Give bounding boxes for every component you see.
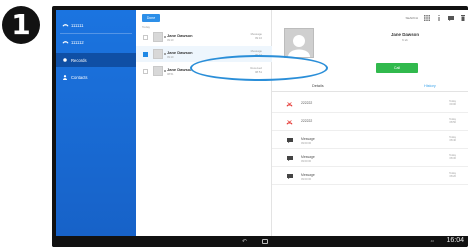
record-name: Jane Dawson (167, 67, 193, 72)
tab-history[interactable]: History (424, 84, 436, 88)
status-indicator: 40 (430, 239, 434, 243)
history-clock: 08:40 (449, 139, 457, 143)
history-time: Today 08:30 (449, 154, 456, 161)
message-icon (286, 138, 293, 143)
missed-call-icon (286, 102, 293, 107)
history-subtitle: 09:00:00 (301, 177, 312, 181)
contact-name: Jane Dawson (390, 32, 420, 37)
history-time: Today 08:50 (449, 118, 456, 125)
sidebar-item-records[interactable]: Records (56, 53, 136, 67)
record-dot-icon (59, 58, 71, 62)
contact-avatar (284, 28, 314, 58)
done-button[interactable]: Done (142, 14, 160, 22)
history-title: 222222 (301, 101, 313, 105)
history-item[interactable]: Message 09:00:00 Today 08:30 (272, 150, 468, 167)
record-name: Jane Dawson (167, 50, 193, 55)
record-time-value: 09:10 (255, 35, 262, 40)
history-item[interactable]: Message 09:00:00 Today 08:40 (272, 132, 468, 149)
step-number-badge: 1 (2, 6, 40, 44)
search-label[interactable]: SEARCH (405, 16, 418, 20)
records-list-pane: Done Today Jane Dawson 09:10 Message 09:… (136, 10, 272, 236)
grid-icon[interactable] (424, 15, 430, 21)
avatar (153, 32, 163, 42)
history-subtitle: 09:00:00 (301, 141, 312, 145)
history-item[interactable]: 222222 Today 09:00 (272, 96, 468, 113)
sidebar-item-111112[interactable]: 111112 (56, 35, 136, 49)
message-icon (286, 174, 293, 179)
history-time: Today 09:00 (449, 100, 456, 107)
phone-icon (59, 40, 71, 44)
sidebar-item-contacts[interactable]: Contacts (56, 70, 136, 84)
history-item[interactable]: Message 09:00:00 Today 08:20 (272, 168, 468, 185)
history-clock: 08:50 (449, 121, 457, 125)
record-detail-pane: SEARCH Jane Dawson 6 sb Call Details His… (272, 10, 468, 236)
call-button[interactable]: Call (376, 63, 418, 73)
history-time: Today 08:20 (449, 172, 456, 179)
history-time: Today 08:40 (449, 136, 456, 143)
sidebar-item-label: 111112 (71, 39, 84, 45)
history-clock: 08:30 (449, 157, 457, 161)
history-item[interactable]: 222222 Today 08:50 (272, 114, 468, 131)
home-icon[interactable] (262, 239, 268, 244)
tab-details[interactable]: Details (312, 84, 324, 88)
message-icon (286, 156, 293, 161)
message-indicator-icon (164, 36, 166, 38)
sidebar-item-111111[interactable]: 111111 (56, 18, 136, 32)
contact-subtitle: 6 sb (402, 38, 408, 42)
history-title: Message (301, 155, 315, 159)
row-checkbox[interactable] (143, 52, 148, 57)
screenshot-stage: 1 111111 111112 Records Contacts Done To… (0, 0, 470, 248)
history-clock: 08:20 (449, 175, 457, 179)
sidebar: 111111 111112 Records Contacts (56, 10, 136, 236)
message-indicator-icon (164, 70, 166, 72)
record-time: Message 09:10 (251, 32, 262, 40)
sidebar-item-label: Records (71, 57, 87, 63)
sidebar-item-label: Contacts (71, 74, 88, 80)
history-title: Message (301, 173, 315, 177)
row-checkbox[interactable] (143, 35, 148, 40)
record-subtitle: 08:51 (167, 72, 174, 76)
sidebar-divider (60, 33, 132, 34)
info-icon[interactable] (436, 15, 442, 21)
system-nav-bar: ↶ 40 16:04 (52, 236, 468, 247)
history-subtitle: 09:00:00 (301, 159, 312, 163)
history-title: 222222 (301, 119, 313, 123)
app-screen: 111111 111112 Records Contacts Done Toda… (56, 10, 468, 236)
list-item[interactable]: Jane Dawson 09:10 Message 09:10 (136, 29, 272, 45)
message-compose-icon[interactable] (448, 15, 454, 21)
phone-icon (59, 23, 71, 27)
status-clock: 16:04 (446, 237, 464, 244)
sidebar-item-label: 111111 (71, 22, 84, 28)
avatar (153, 66, 163, 76)
record-subtitle: 09:10 (167, 38, 174, 42)
history-title: Message (301, 137, 315, 141)
toolbar: SEARCH (405, 13, 466, 23)
row-checkbox[interactable] (143, 69, 148, 74)
avatar (153, 49, 163, 59)
back-icon[interactable]: ↶ (242, 238, 247, 245)
tablet-device: 111111 111112 Records Contacts Done Toda… (52, 6, 468, 247)
message-indicator-icon (164, 53, 166, 55)
history-clock: 09:00 (449, 103, 457, 107)
record-subtitle: 09:10 (167, 55, 174, 59)
delete-icon[interactable] (460, 15, 466, 21)
missed-call-icon (286, 120, 293, 125)
selection-highlight-ellipse (190, 55, 328, 81)
person-icon (59, 74, 71, 80)
record-name: Jane Dawson (167, 33, 193, 38)
detail-tabs: Details History (272, 82, 468, 92)
